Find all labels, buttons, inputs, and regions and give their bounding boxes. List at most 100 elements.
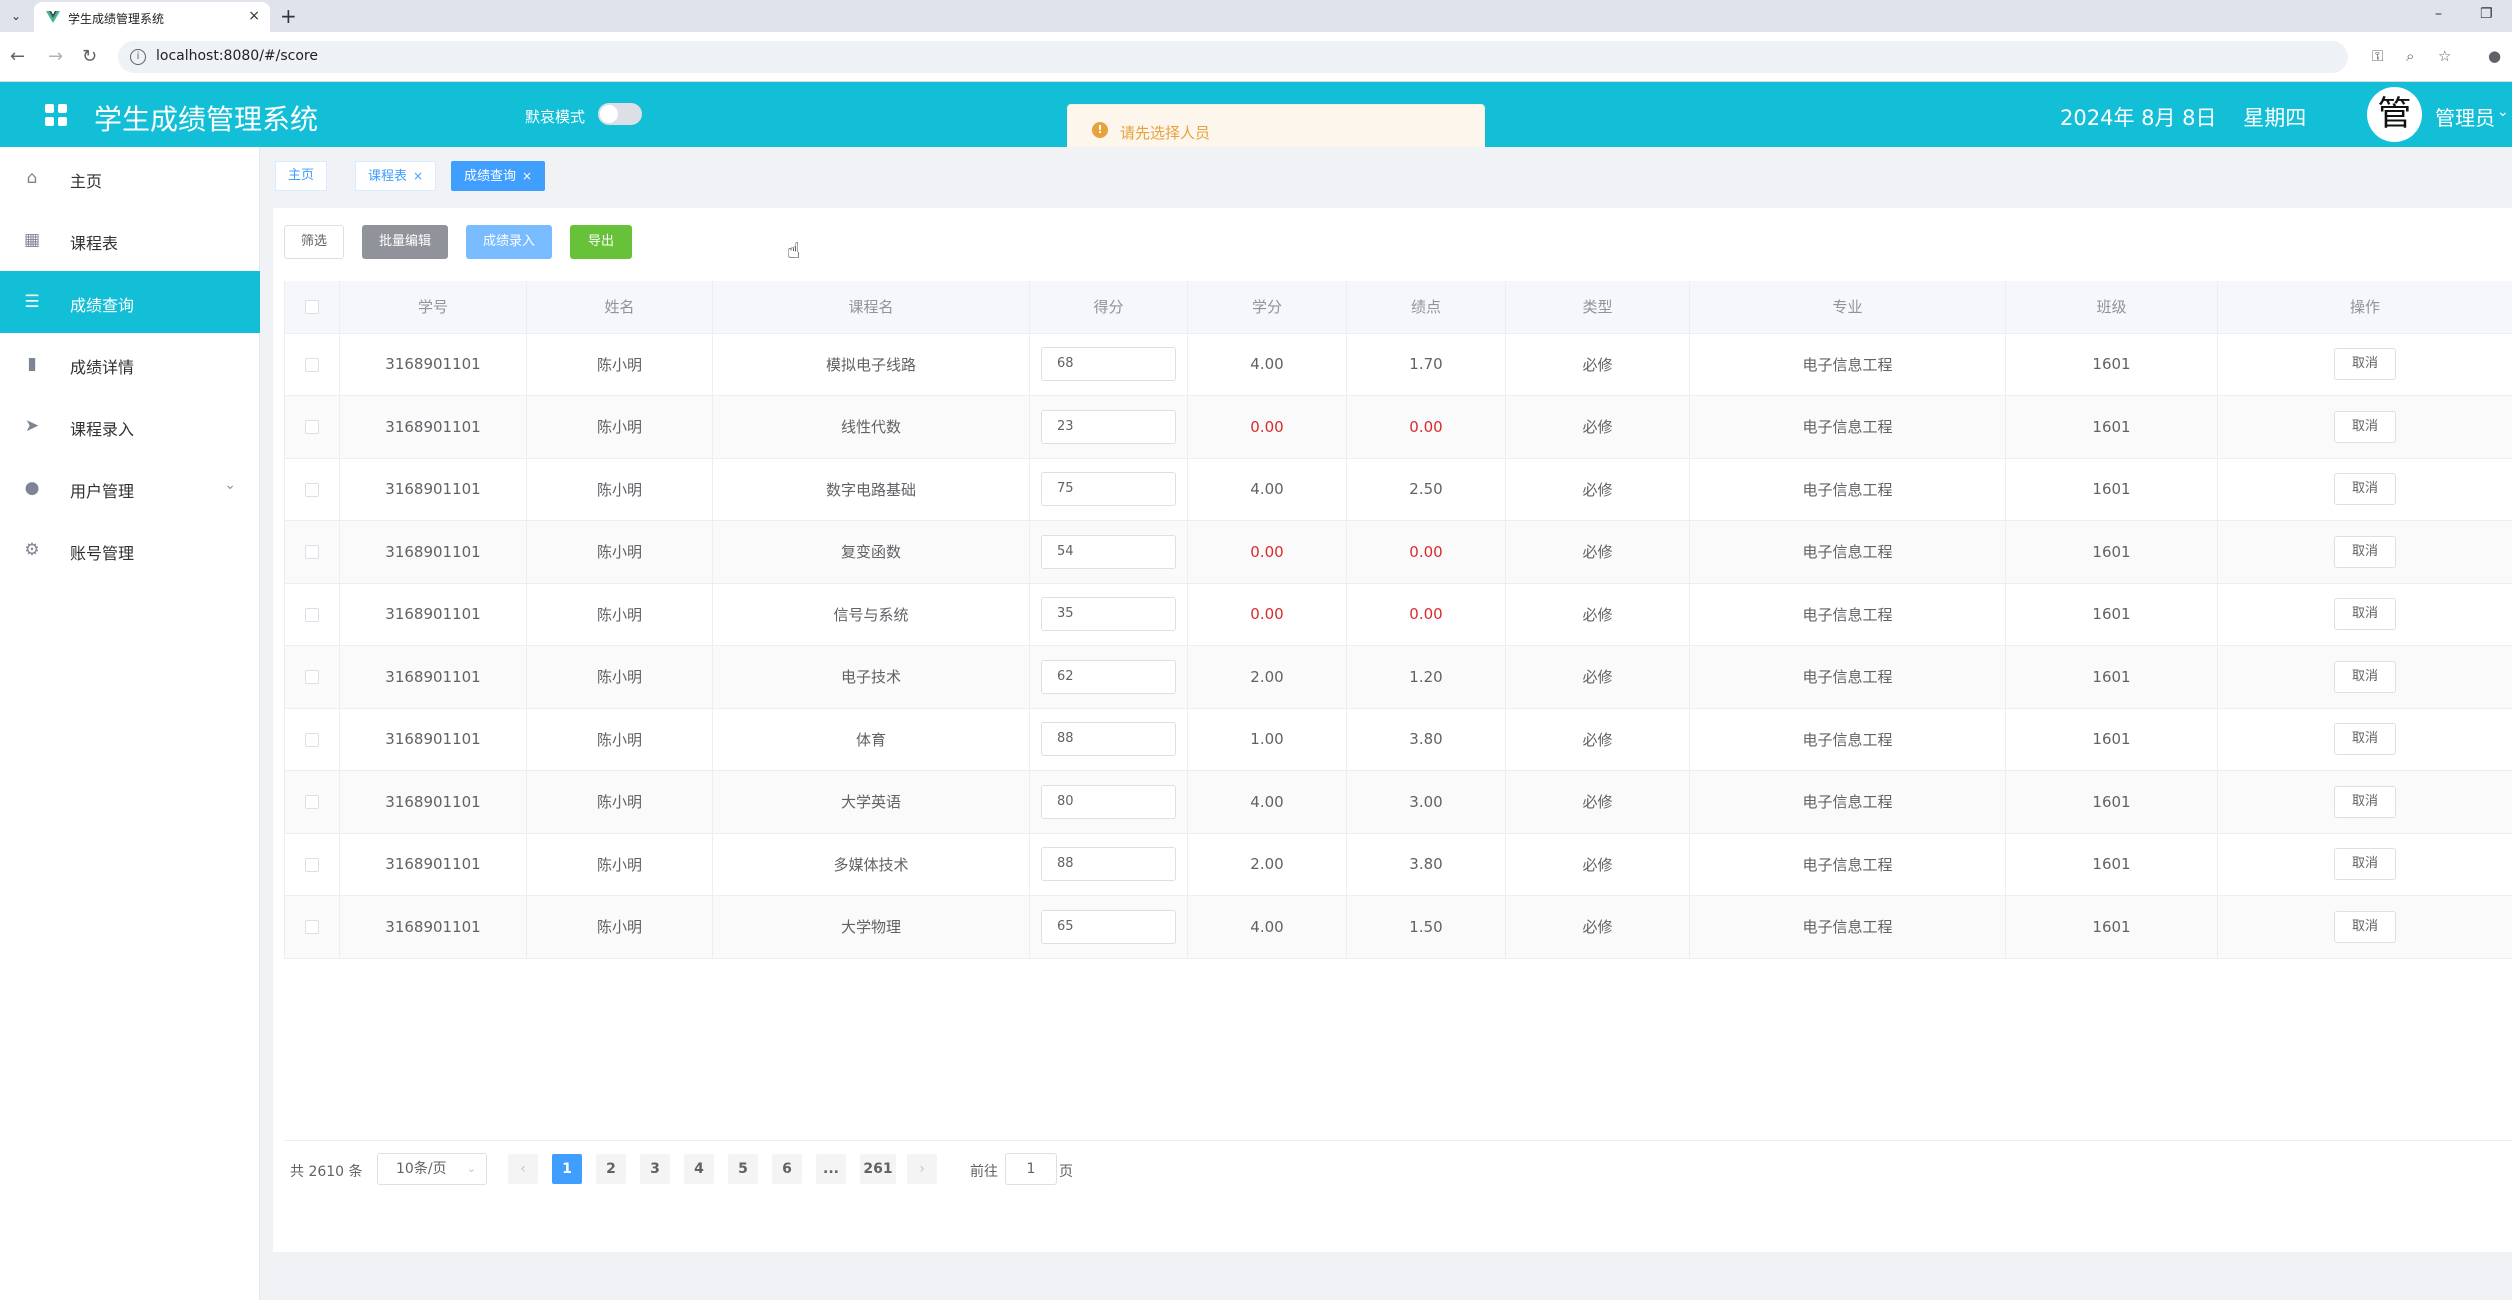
cancel-button[interactable]: 取消 [2334, 348, 2396, 381]
score-input[interactable]: 88 [1041, 722, 1176, 757]
cancel-button[interactable]: 取消 [2334, 848, 2396, 881]
table-row[interactable]: 3168901101 陈小明 多媒体技术 88 2.00 3.80 必修 电子信息工程 1601… [284, 833, 2512, 896]
select-all-cell[interactable] [284, 281, 340, 334]
row-select-cell[interactable] [284, 583, 340, 646]
url-field[interactable]: i localhost:8080/#/score [118, 41, 2348, 73]
close-icon[interactable]: × [413, 169, 423, 183]
close-tab-icon[interactable]: × [248, 8, 260, 24]
sidebar-item-user-management[interactable]: ● 用户管理 ⌄ [0, 457, 260, 519]
score-input[interactable]: 68 [1041, 347, 1176, 382]
column-header[interactable]: 专业 [1689, 281, 2006, 334]
cancel-button[interactable]: 取消 [2334, 723, 2396, 756]
key-icon[interactable]: ⚿ [2372, 47, 2383, 65]
column-header[interactable]: 绩点 [1346, 281, 1506, 334]
score-input[interactable]: 54 [1041, 534, 1176, 569]
row-select-cell[interactable] [284, 645, 340, 709]
bookmark-star-icon[interactable]: ☆ [2438, 47, 2451, 65]
page-button[interactable]: 2 [596, 1154, 626, 1184]
browser-tab[interactable]: 学生成绩管理系统 × [34, 2, 270, 32]
table-row[interactable]: 3168901101 陈小明 大学物理 65 4.00 1.50 必修 电子信息工程 1601 取… [284, 895, 2512, 959]
row-select-cell[interactable] [284, 458, 340, 521]
export-button[interactable]: 导出 [570, 225, 632, 259]
cancel-button[interactable]: 取消 [2334, 535, 2396, 568]
select-all-checkbox[interactable] [305, 300, 319, 315]
column-header[interactable]: 姓名 [526, 281, 713, 334]
column-header[interactable]: 学号 [339, 281, 527, 334]
filter-button[interactable]: 筛选 [284, 225, 344, 259]
column-header[interactable]: 得分 [1029, 281, 1188, 334]
restore-icon[interactable]: ❐ [2480, 6, 2493, 22]
score-input[interactable]: 75 [1041, 472, 1176, 507]
score-input[interactable]: 23 [1041, 409, 1176, 444]
sidebar-item-course-entry[interactable]: ➤ 课程录入 [0, 395, 260, 457]
score-input[interactable]: 88 [1041, 847, 1176, 882]
avatar[interactable]: 管 [2367, 87, 2422, 142]
score-input[interactable]: 65 [1041, 909, 1176, 944]
row-checkbox[interactable] [305, 545, 319, 560]
page-size-select[interactable]: 10条/页 ⌄ [377, 1153, 487, 1185]
sidebar-item-schedule[interactable]: ▦ 课程表 [0, 209, 260, 271]
row-checkbox[interactable] [305, 920, 319, 935]
tag-schedule[interactable]: 课程表 × [355, 161, 437, 191]
score-entry-button[interactable]: 成绩录入 [466, 225, 552, 259]
cancel-button[interactable]: 取消 [2334, 910, 2396, 943]
score-input[interactable]: 62 [1041, 659, 1176, 694]
row-select-cell[interactable] [284, 708, 340, 771]
row-select-cell[interactable] [284, 395, 340, 459]
column-header[interactable]: 学分 [1187, 281, 1347, 334]
user-name[interactable]: 管理员 [2435, 102, 2495, 131]
table-row[interactable]: 3168901101 陈小明 复变函数 54 0.00 0.00 必修 电子信息工程 1601 取… [284, 520, 2512, 584]
column-header[interactable]: 班级 [2005, 281, 2218, 334]
table-row[interactable]: 3168901101 陈小明 电子技术 62 2.00 1.20 必修 电子信息工程 1601 取… [284, 645, 2512, 709]
page-button[interactable]: 5 [728, 1154, 758, 1184]
row-select-cell[interactable] [284, 895, 340, 959]
score-input[interactable]: 35 [1041, 597, 1176, 632]
row-checkbox[interactable] [305, 857, 319, 872]
table-row[interactable]: 3168901101 陈小明 模拟电子线路 68 4.00 1.70 必修 电子信息工程 160… [284, 333, 2512, 396]
page-button[interactable]: 4 [684, 1154, 714, 1184]
sidebar-item-account-management[interactable]: ⚙ 账号管理 [0, 519, 260, 581]
table-row[interactable]: 3168901101 陈小明 信号与系统 35 0.00 0.00 必修 电子信息工程 1601… [284, 583, 2512, 646]
row-checkbox[interactable] [305, 482, 319, 497]
forward-icon[interactable]: → [48, 46, 63, 67]
row-checkbox[interactable] [305, 357, 319, 372]
sidebar-item-score-detail[interactable]: ▮ 成绩详情 [0, 333, 260, 395]
menu-toggle-icon[interactable] [45, 104, 67, 126]
table-row[interactable]: 3168901101 陈小明 线性代数 23 0.00 0.00 必修 电子信息工程 1601 取… [284, 395, 2512, 459]
batch-edit-button[interactable]: 批量编辑 [362, 225, 448, 259]
column-header[interactable]: 课程名 [712, 281, 1030, 334]
close-icon[interactable]: × [522, 169, 532, 183]
score-input[interactable]: 80 [1041, 784, 1176, 819]
table-row[interactable]: 3168901101 陈小明 数字电路基础 75 4.00 2.50 必修 电子信息工程 160… [284, 458, 2512, 521]
chevron-down-icon[interactable]: ⌄ [2497, 104, 2509, 120]
cancel-button[interactable]: 取消 [2334, 598, 2396, 631]
cancel-button[interactable]: 取消 [2334, 660, 2396, 693]
back-icon[interactable]: ← [10, 46, 25, 67]
page-button[interactable]: 261 [860, 1154, 896, 1184]
row-select-cell[interactable] [284, 333, 340, 396]
more-pages-button[interactable]: ... [816, 1154, 846, 1184]
row-checkbox[interactable] [305, 670, 319, 685]
cancel-button[interactable]: 取消 [2334, 473, 2396, 506]
minimize-icon[interactable]: – [2435, 6, 2442, 22]
page-button[interactable]: 6 [772, 1154, 802, 1184]
reload-icon[interactable]: ↻ [82, 46, 97, 67]
row-checkbox[interactable] [305, 607, 319, 622]
table-row[interactable]: 3168901101 陈小明 大学英语 80 4.00 3.00 必修 电子信息工程 1601 取… [284, 770, 2512, 834]
cancel-button[interactable]: 取消 [2334, 785, 2396, 818]
tab-search-icon[interactable]: ⌄ [6, 6, 26, 26]
zoom-icon[interactable]: ⌕ [2406, 47, 2414, 65]
row-checkbox[interactable] [305, 732, 319, 747]
tag-home[interactable]: 主页 [275, 161, 328, 191]
new-tab-button[interactable]: + [280, 4, 297, 28]
site-info-icon[interactable]: i [130, 49, 146, 65]
tag-score-query[interactable]: 成绩查询 × [451, 161, 546, 191]
goto-page-input[interactable]: 1 [1005, 1153, 1057, 1185]
next-page-button[interactable]: › [907, 1154, 937, 1184]
row-select-cell[interactable] [284, 770, 340, 834]
page-button[interactable]: 1 [552, 1154, 582, 1184]
sidebar-item-score-query[interactable]: ☰ 成绩查询 [0, 271, 260, 333]
profile-icon[interactable]: ● [2488, 47, 2501, 65]
row-checkbox[interactable] [305, 795, 319, 810]
prev-page-button[interactable]: ‹ [508, 1154, 538, 1184]
